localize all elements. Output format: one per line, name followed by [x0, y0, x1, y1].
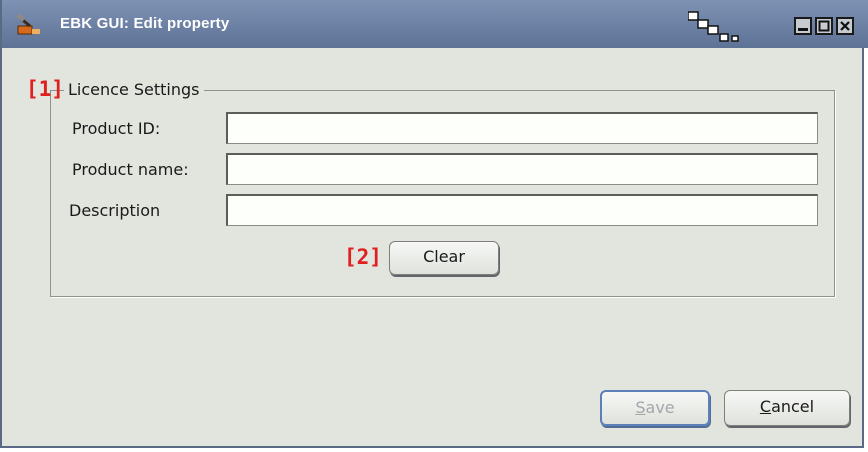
close-button[interactable]: [836, 17, 854, 35]
minimize-icon: [798, 28, 808, 31]
product-id-input[interactable]: [226, 112, 818, 144]
product-name-label: Product name:: [72, 160, 189, 179]
annotation-marker-1: [1]: [26, 77, 64, 101]
minimize-button[interactable]: [794, 17, 812, 35]
title-bar[interactable]: EBK GUI: Edit property: [2, 0, 868, 48]
product-id-label: Product ID:: [72, 119, 161, 138]
product-name-input[interactable]: [226, 153, 818, 185]
pixel-blocks-icon: [688, 11, 739, 42]
maximize-button[interactable]: [815, 17, 833, 35]
window-title: EBK GUI: Edit property: [60, 15, 230, 32]
save-label-rest: ave: [645, 398, 675, 417]
hammer-icon: [16, 14, 40, 35]
save-mnemonic: S: [635, 398, 646, 417]
maximize-icon: [818, 20, 830, 32]
description-input[interactable]: [226, 194, 818, 226]
annotation-marker-2: [2]: [344, 245, 382, 269]
group-title: Licence Settings: [64, 80, 204, 100]
cancel-button[interactable]: Cancel: [724, 390, 850, 426]
save-button[interactable]: Save: [600, 390, 710, 426]
cancel-mnemonic: C: [759, 397, 772, 416]
description-label: Description: [69, 201, 161, 220]
close-icon: [840, 21, 850, 31]
clear-button[interactable]: Clear: [389, 241, 499, 275]
cancel-label-rest: ancel: [771, 397, 815, 416]
edit-property-window: EBK GUI: Edit property Licence Settings …: [0, 0, 868, 448]
